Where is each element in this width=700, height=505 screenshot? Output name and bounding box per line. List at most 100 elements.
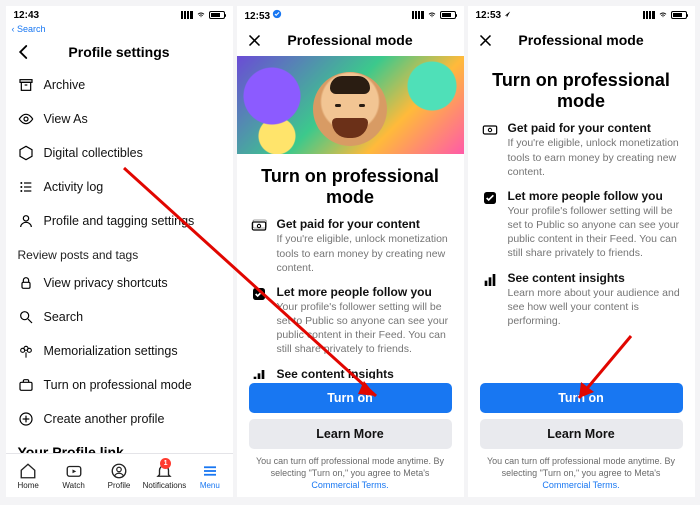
wifi-icon [658, 11, 668, 19]
feature-title: See content insights [277, 367, 394, 379]
row-label: Create another profile [44, 412, 165, 426]
status-time: 12:53 [245, 9, 283, 22]
row-label: View As [44, 112, 88, 126]
tab-home[interactable]: Home [6, 454, 51, 497]
signal-icon [181, 11, 193, 19]
hero-image [237, 56, 464, 154]
row-label: Activity log [44, 180, 104, 194]
briefcase-icon [18, 377, 34, 393]
page-title: Professional mode [265, 32, 436, 48]
tab-profile[interactable]: Profile [96, 454, 141, 497]
header: Professional mode [237, 24, 464, 56]
signal-icon [643, 11, 655, 19]
row-privacy-shortcuts[interactable]: View privacy shortcuts [6, 266, 233, 300]
phone-promode-scrolled: 12:53 Professional mode Turn on professi… [237, 6, 464, 497]
headline: Turn on professional mode [255, 166, 446, 207]
row-label: Archive [44, 78, 86, 92]
feature-desc: If you're eligible, unlock monetization … [508, 136, 681, 179]
check-square-icon [251, 286, 267, 302]
archive-icon [18, 77, 34, 93]
row-search[interactable]: Search [6, 300, 233, 334]
row-profile-tagging[interactable]: Profile and tagging settings [6, 204, 233, 238]
menu-icon [201, 462, 219, 480]
feature-title: Let more people follow you [508, 189, 681, 203]
row-label: View privacy shortcuts [44, 276, 168, 290]
row-view-as[interactable]: View As [6, 102, 233, 136]
hexagon-icon [18, 145, 34, 161]
battery-icon [671, 11, 687, 19]
row-archive[interactable]: Archive [6, 68, 233, 102]
row-label: Profile and tagging settings [44, 214, 195, 228]
search-icon [18, 309, 34, 325]
tab-menu[interactable]: Menu [187, 454, 232, 497]
row-create-profile[interactable]: Create another profile [6, 402, 233, 436]
lock-icon [18, 275, 34, 291]
row-digital-collectibles[interactable]: Digital collectibles [6, 136, 233, 170]
feature-title: Get paid for your content [508, 121, 681, 135]
tab-watch[interactable]: Watch [51, 454, 96, 497]
page-title: Profile settings [34, 44, 205, 60]
learn-more-button[interactable]: Learn More [480, 419, 683, 449]
status-time: 12:43 [14, 10, 40, 21]
feature-paid: Get paid for your contentIf you're eligi… [482, 121, 681, 179]
page-title: Professional mode [496, 32, 667, 48]
feature-follow: Let more people follow youYour profile's… [251, 285, 450, 357]
feature-title: See content insights [508, 271, 681, 285]
feature-desc: Your profile's follower setting will be … [508, 204, 681, 261]
close-icon[interactable] [245, 30, 265, 50]
disclaimer: You can turn off professional mode anyti… [480, 455, 683, 497]
user-icon [18, 213, 34, 229]
profile-link-title: Your Profile link [18, 444, 221, 453]
content-body: Turn on professional mode Get paid for y… [468, 56, 695, 379]
learn-more-button[interactable]: Learn More [249, 419, 452, 449]
status-bar: 12:53 [468, 6, 695, 24]
headline: Turn on professional mode [486, 70, 677, 111]
turn-on-button[interactable]: Turn on [249, 383, 452, 413]
feature-title: Let more people follow you [277, 285, 450, 299]
breadcrumb-search[interactable]: ‹ Search [6, 24, 233, 36]
signal-icon [412, 11, 424, 19]
bottom-tabbar: Home Watch Profile 1Notifications Menu [6, 453, 233, 497]
check-square-icon [482, 190, 498, 206]
row-professional-mode[interactable]: Turn on professional mode [6, 368, 233, 402]
feature-desc: Learn more about your audience and see h… [508, 286, 681, 329]
row-label: Search [44, 310, 84, 324]
phone-promode-full: 12:53 Professional mode Turn on professi… [468, 6, 695, 497]
plus-circle-icon [18, 411, 34, 427]
button-area: Turn on Learn More You can turn off prof… [468, 379, 695, 497]
turn-on-button[interactable]: Turn on [480, 383, 683, 413]
commercial-terms-link[interactable]: Commercial Terms. [542, 480, 619, 490]
feature-paid: Get paid for your contentIf you're eligi… [251, 217, 450, 275]
feature-title: Get paid for your content [277, 217, 450, 231]
battery-icon [209, 11, 225, 19]
status-bar: 12:43 [6, 6, 233, 24]
hero-face [313, 72, 387, 146]
row-memorialization[interactable]: Memorialization settings [6, 334, 233, 368]
list-icon [18, 179, 34, 195]
phone-profile-settings: 12:43 ‹ Search Profile settings Archive … [6, 6, 233, 497]
location-icon [504, 10, 512, 18]
tab-notifications[interactable]: 1Notifications [142, 454, 187, 497]
watch-icon [65, 462, 83, 480]
status-time: 12:53 [476, 10, 512, 21]
insights-icon [482, 272, 498, 288]
profile-link-block[interactable]: Your Profile link Your personalized link… [6, 436, 233, 453]
feature-desc: Your profile's follower setting will be … [277, 300, 450, 357]
section-review: Review posts and tags [6, 238, 233, 266]
home-icon [19, 462, 37, 480]
verified-icon [272, 9, 282, 19]
back-icon[interactable] [14, 42, 34, 62]
money-icon [482, 122, 498, 138]
button-area: Turn on Learn More You can turn off prof… [237, 379, 464, 497]
eye-icon [18, 111, 34, 127]
feature-desc: If you're eligible, unlock monetization … [277, 232, 450, 275]
commercial-terms-link[interactable]: Commercial Terms. [311, 480, 388, 490]
row-activity-log[interactable]: Activity log [6, 170, 233, 204]
close-icon[interactable] [476, 30, 496, 50]
row-label: Memorialization settings [44, 344, 178, 358]
profile-icon [110, 462, 128, 480]
feature-insights: See content insights [251, 367, 450, 379]
insights-icon [251, 368, 267, 379]
header: Profile settings [6, 36, 233, 68]
header: Professional mode [468, 24, 695, 56]
